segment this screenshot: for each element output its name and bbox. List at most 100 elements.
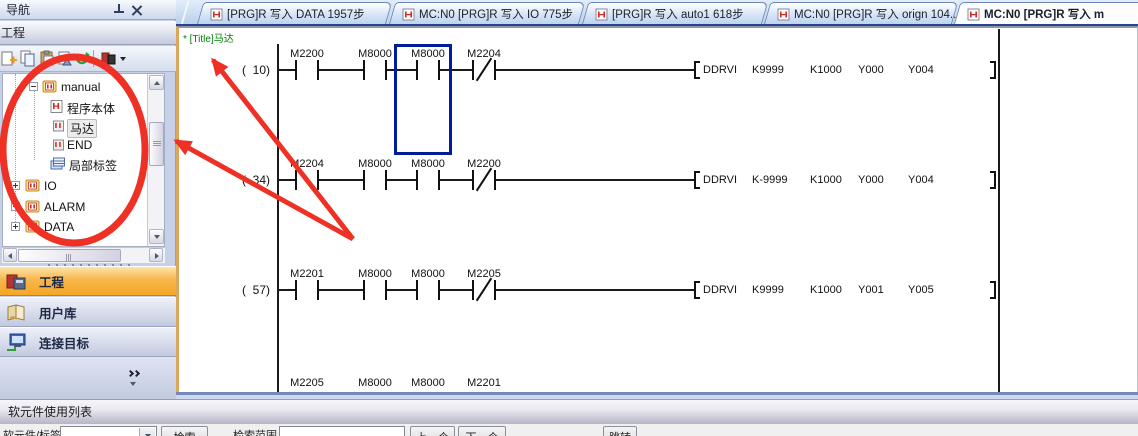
connection-target-icon	[5, 332, 29, 352]
jump-button[interactable]: 跳转	[603, 426, 637, 436]
scroll-right-button[interactable]	[149, 248, 163, 262]
instruction-arg[interactable]: K1000	[810, 284, 842, 296]
pin-icon[interactable]	[113, 4, 125, 16]
scroll-up-button[interactable]	[149, 75, 164, 90]
instruction-arg[interactable]: Y005	[908, 284, 934, 296]
contact-no[interactable]	[416, 280, 440, 300]
tab-io-program[interactable]: MC:N0 [PRG]R 写入 IO 775步	[392, 2, 582, 25]
instruction-arg[interactable]: K1000	[810, 174, 842, 186]
ladder-doc-icon	[210, 8, 223, 21]
combo-dropdown-button[interactable]	[139, 428, 155, 436]
navigator-title: 导航	[0, 0, 176, 20]
instruction-arg[interactable]: Y004	[908, 174, 934, 186]
tree-item-program-body[interactable]: 程序本体	[3, 99, 163, 115]
tree-item-io[interactable]: IO	[3, 178, 163, 194]
ladder-doc-icon	[967, 8, 980, 21]
tree-item-data[interactable]: DATA	[3, 219, 163, 235]
contact-label: M2201	[452, 377, 516, 389]
instruction-bracket-close	[990, 61, 996, 79]
expand-plus-icon[interactable]	[11, 202, 20, 211]
tree-horizontal-scrollbar[interactable]	[2, 247, 165, 263]
instruction-bracket-open	[694, 61, 700, 79]
tab-label: MC:N0 [PRG]R 写入 IO 775步	[419, 6, 573, 22]
user-library-icon	[5, 302, 29, 322]
tree-item-label: IO	[44, 179, 57, 193]
horizontal-scroll-thumb[interactable]	[18, 249, 121, 262]
ladder-editor[interactable]	[176, 26, 1138, 392]
next-button[interactable]: 下一个	[458, 426, 506, 436]
instruction-arg[interactable]: Y000	[858, 64, 884, 76]
nav-button-project[interactable]: 工程	[0, 266, 176, 296]
instruction-arg[interactable]: K9999	[752, 284, 784, 296]
instruction-mnemonic[interactable]: DDRVI	[703, 284, 737, 296]
paste-special-icon[interactable]	[57, 50, 74, 67]
refresh-icon[interactable]	[74, 50, 91, 67]
contact-no[interactable]	[363, 60, 387, 80]
expand-plus-icon[interactable]	[11, 181, 20, 190]
instruction-bracket-open	[694, 281, 700, 299]
scope-combo-box[interactable]	[279, 426, 405, 436]
close-icon[interactable]	[131, 4, 143, 16]
tree-vertical-scrollbar[interactable]	[147, 74, 164, 246]
instruction-arg[interactable]: K1000	[810, 64, 842, 76]
up-arrow-icon	[154, 81, 160, 85]
contact-nc[interactable]	[472, 280, 496, 300]
tree-item-motor[interactable]: 马达	[3, 118, 163, 134]
tab-orign-program[interactable]: MC:N0 [PRG]R 写入 orign 104...	[767, 2, 955, 25]
scroll-down-button[interactable]	[149, 229, 164, 244]
more-options-icon[interactable]	[130, 382, 136, 386]
program-small-icon	[52, 139, 65, 151]
instruction-arg[interactable]: K-9999	[752, 174, 787, 186]
contact-label: M8000	[396, 268, 460, 280]
prev-button[interactable]: 上一个	[410, 426, 455, 436]
scroll-left-button[interactable]	[3, 248, 17, 262]
nav-button-connection[interactable]: 连接目标	[0, 327, 176, 357]
device-usage-toolbar-clipped: 软元件/标签 检索 检索范围 上一个 下一个 跳转	[0, 424, 1138, 436]
contact-no[interactable]	[295, 170, 319, 190]
expand-plus-icon[interactable]	[11, 222, 20, 231]
instruction-arg[interactable]: Y001	[858, 284, 884, 296]
program-folder-icon	[25, 179, 40, 192]
contact-label: M2200	[452, 158, 516, 170]
instruction-arg[interactable]: Y004	[908, 64, 934, 76]
contact-no[interactable]	[363, 280, 387, 300]
tree-item-label: ALARM	[44, 200, 85, 214]
tab-motor-program-active[interactable]: MC:N0 [PRG]R 写入 m	[957, 2, 1138, 25]
instruction-mnemonic[interactable]: DDRVI	[703, 64, 737, 76]
tab-label: MC:N0 [PRG]R 写入 orign 104...	[794, 6, 960, 22]
tab-data-program[interactable]: [PRG]R 写入 DATA 1957步	[200, 2, 389, 25]
tab-auto1-program[interactable]: [PRG]R 写入 auto1 618步	[585, 2, 765, 25]
device-combo-box[interactable]	[60, 426, 157, 436]
device-usage-list-panel-title: 软元件使用列表	[0, 399, 1138, 424]
new-item-icon[interactable]	[1, 50, 18, 67]
program-folder-icon	[42, 80, 57, 93]
find-button[interactable]: 检索	[161, 426, 208, 436]
collapse-minus-icon[interactable]	[29, 82, 38, 91]
right-arrow-icon	[155, 253, 159, 259]
tree-item-label: manual	[61, 80, 100, 94]
contact-nc[interactable]	[472, 60, 496, 80]
chevron-right-icon[interactable]	[133, 370, 140, 377]
contact-no[interactable]	[295, 60, 319, 80]
vertical-scroll-thumb[interactable]	[149, 122, 164, 166]
nav-button-user-library[interactable]: 用户库	[0, 297, 176, 327]
contact-no[interactable]	[363, 170, 387, 190]
project-icon	[5, 271, 29, 291]
contact-nc[interactable]	[472, 170, 496, 190]
tree-item-manual[interactable]: manual	[3, 79, 163, 95]
tree-item-alarm[interactable]: ALARM	[3, 199, 163, 215]
instruction-arg[interactable]: K9999	[752, 64, 784, 76]
instruction-arg[interactable]: Y000	[858, 174, 884, 186]
instruction-mnemonic[interactable]: DDRVI	[703, 174, 737, 186]
contact-no[interactable]	[295, 280, 319, 300]
rung-step-number: ( 57)	[224, 283, 270, 297]
tree-item-local-label[interactable]: 局部标签	[3, 156, 163, 172]
tree-item-end[interactable]: END	[3, 137, 163, 153]
dropdown-arrow-icon	[120, 57, 126, 61]
copy-icon[interactable]	[20, 50, 37, 67]
search-scope-label: 检索范围	[233, 427, 277, 436]
sort-filter-icon[interactable]	[100, 50, 130, 67]
contact-no[interactable]	[416, 170, 440, 190]
left-arrow-icon	[8, 253, 12, 259]
paste-icon[interactable]	[39, 50, 56, 67]
